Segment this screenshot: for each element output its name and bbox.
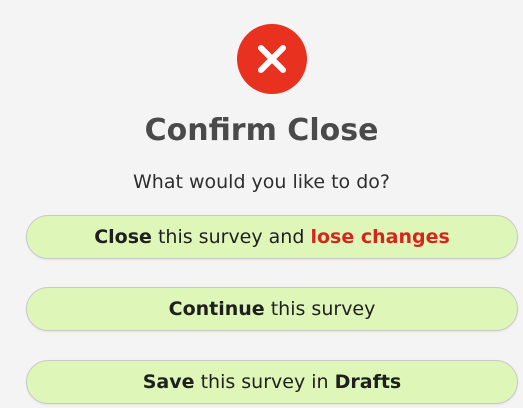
- dialog-subtitle: What would you like to do?: [133, 171, 390, 193]
- button-bold-text: Save: [142, 371, 195, 393]
- button-text: this survey and: [151, 226, 311, 248]
- close-lose-changes-button[interactable]: Close this survey and lose changes: [26, 215, 518, 259]
- save-to-drafts-button[interactable]: Save this survey in Drafts: [26, 360, 518, 404]
- button-bold-text: Close: [94, 226, 152, 248]
- button-text: this survey: [264, 298, 376, 320]
- continue-survey-button[interactable]: Continue this survey: [26, 287, 518, 331]
- button-bold-text-drafts: Drafts: [334, 371, 402, 393]
- dialog-title: Confirm Close: [144, 113, 379, 148]
- button-text: this survey in: [194, 371, 335, 393]
- close-x-icon: [237, 24, 307, 94]
- confirm-close-dialog: Confirm Close What would you like to do?…: [0, 0, 523, 408]
- button-bold-text: Continue: [168, 298, 265, 320]
- button-danger-text: lose changes: [310, 226, 450, 248]
